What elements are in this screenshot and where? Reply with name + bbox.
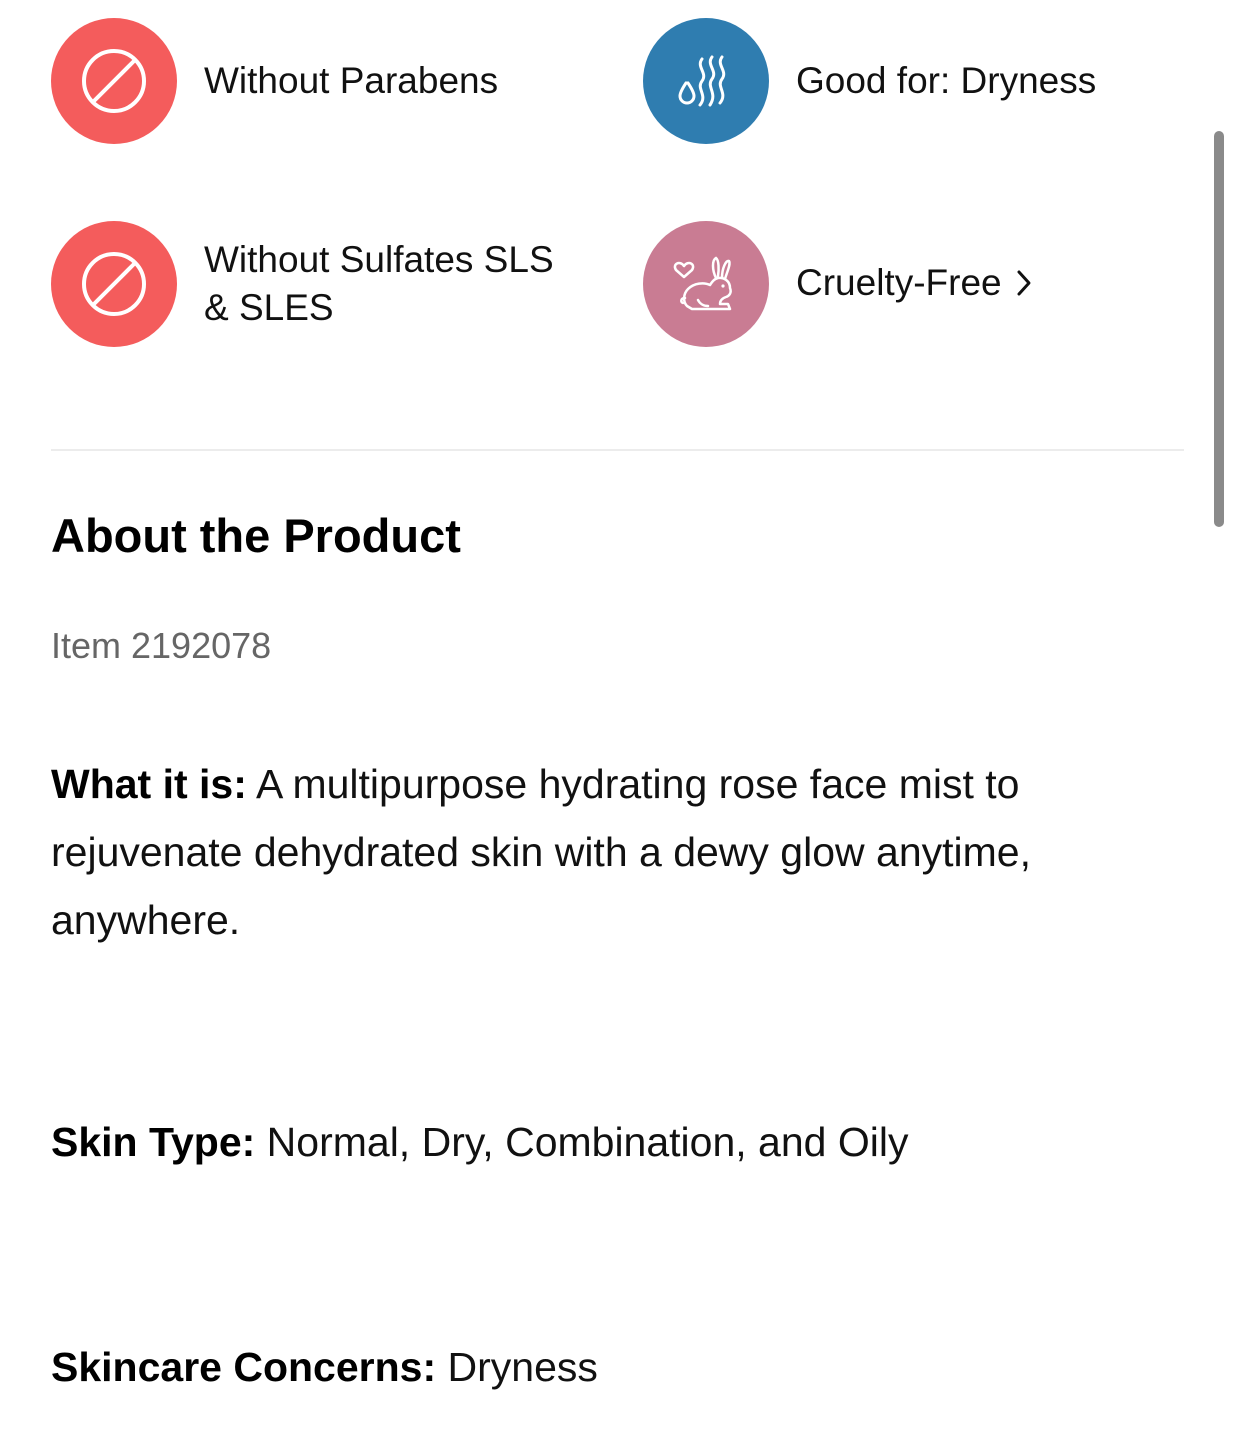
item-number: Item 2192078	[51, 625, 272, 666]
badge-circle	[51, 221, 177, 347]
badge-cruelty-free[interactable]: Cruelty-Free	[643, 221, 1032, 347]
scrollbar-thumb[interactable]	[1214, 131, 1224, 527]
chevron-right-icon	[1016, 261, 1032, 309]
badge-without-sulfates: Without Sulfates SLS & SLES	[51, 221, 554, 347]
what-it-is-paragraph: What it is: A multipurpose hydrating ros…	[51, 750, 1161, 954]
section-title: About the Product	[51, 509, 461, 562]
badge-label: Without Parabens	[204, 60, 499, 101]
skin-type-paragraph: Skin Type: Normal, Dry, Combination, and…	[51, 1112, 1161, 1172]
section-divider	[51, 449, 1184, 451]
badge-label: Without Sulfates SLS & SLES	[204, 236, 554, 332]
skin-type-text: Normal, Dry, Combination, and Oily	[255, 1119, 909, 1165]
badge-label: Good for: Dryness	[796, 60, 1097, 101]
badge-circle	[51, 18, 177, 144]
badge-label: Cruelty-Free	[796, 261, 1002, 303]
prohibited-icon	[80, 47, 148, 115]
badge-label-line-1: Without Sulfates SLS	[204, 239, 554, 280]
water-drops-icon	[674, 49, 738, 113]
skin-type-label: Skin Type:	[51, 1119, 256, 1165]
badge-circle	[643, 18, 769, 144]
badge-label-line-2: & SLES	[204, 287, 334, 328]
badge-without-parabens: Without Parabens	[51, 18, 498, 144]
prohibited-icon	[80, 250, 148, 318]
badge-circle	[643, 221, 769, 347]
skincare-concerns-paragraph: Skincare Concerns: Dryness	[51, 1337, 1161, 1397]
skincare-concerns-label: Skincare Concerns:	[51, 1344, 437, 1390]
rabbit-heart-icon	[670, 248, 742, 320]
cruelty-free-link[interactable]: Cruelty-Free	[796, 259, 1032, 309]
badge-good-for-dryness: Good for: Dryness	[643, 18, 1096, 144]
skincare-concerns-text: Dryness	[436, 1344, 598, 1390]
what-it-is-label: What it is:	[51, 761, 247, 807]
